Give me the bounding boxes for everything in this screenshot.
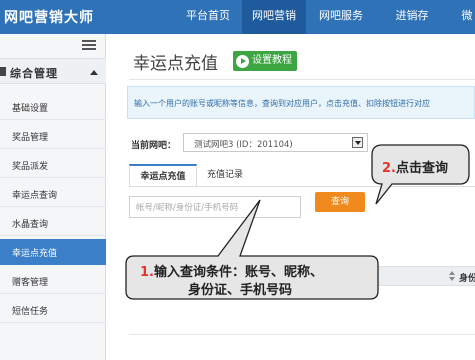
- sidebar-item-basic-settings[interactable]: 基础设置: [0, 94, 106, 120]
- caret-up-icon: [90, 70, 98, 75]
- nav-inventory[interactable]: 进销存: [380, 0, 444, 34]
- sidebar-group-title: 综合管理: [10, 67, 58, 80]
- callout-step1-line2: 身份证、手机号码: [188, 283, 293, 298]
- nav-service[interactable]: 网吧服务: [309, 0, 373, 34]
- sidebar-item-label: 奖品派发: [12, 162, 49, 172]
- sidebar-item-prize-distribution[interactable]: 奖品派发: [0, 152, 106, 178]
- info-notice-text: 输入一个用户的账号或昵称等信息，查询到对应用户，点击充值、扣除按钮进行对应: [134, 99, 430, 108]
- tutorial-button-label: 设置教程: [252, 55, 292, 66]
- tab-recharge-records[interactable]: 充值记录: [199, 164, 251, 187]
- main-content: 幸运点充值 设置教程 输入一个用户的账号或昵称等信息，查询到对应用户，点击充值、…: [107, 34, 475, 360]
- grid-icon: [0, 67, 6, 76]
- tutorial-button[interactable]: 设置教程: [233, 51, 297, 71]
- menu-toggle-icon[interactable]: [82, 40, 96, 52]
- top-navbar: 网吧营销大师 平台首页 网吧营销 网吧服务 进销存 微: [0, 0, 475, 34]
- netcafe-select-value: 测试网吧3 (ID：201104): [194, 140, 293, 150]
- divider: [129, 79, 475, 80]
- callout-step2-text: 点击查询: [395, 161, 448, 176]
- sidebar-item-sms-tasks[interactable]: 短信任务: [0, 297, 106, 323]
- table-divider: [129, 334, 475, 335]
- sort-icon[interactable]: [449, 271, 455, 281]
- info-notice: 输入一个用户的账号或昵称等信息，查询到对应用户，点击充值、扣除按钮进行对应: [127, 86, 475, 119]
- sidebar-group-general[interactable]: 综合管理: [0, 58, 106, 84]
- netcafe-select[interactable]: 测试网吧3 (ID：201104): [183, 133, 368, 152]
- tabs-divider: [129, 186, 475, 187]
- sidebar-item-label: 水晶查询: [12, 220, 49, 230]
- callout-step1-number: 1.: [140, 265, 154, 280]
- nav-marketing[interactable]: 网吧营销: [242, 0, 306, 34]
- sidebar-item-label: 赠客管理: [12, 278, 49, 288]
- netcafe-label: 当前网吧：: [131, 141, 177, 151]
- nav-wechat[interactable]: 微: [452, 0, 475, 34]
- callout-step2: 2.点击查询: [382, 157, 448, 176]
- tab-recharge[interactable]: 幸运点充值: [129, 164, 197, 187]
- sidebar-item-label: 短信任务: [12, 307, 49, 317]
- play-icon: [236, 54, 249, 68]
- callout-step1-text: 输入查询条件：账号、昵称、: [153, 265, 323, 280]
- nav-home[interactable]: 平台首页: [176, 0, 240, 34]
- sidebar-item-label: 幸运点查询: [12, 191, 58, 201]
- search-field[interactable]: [129, 196, 301, 218]
- sidebar-item-crystal-query[interactable]: 水晶查询: [0, 210, 106, 236]
- sidebar-item-guest-management[interactable]: 赠客管理: [0, 268, 106, 294]
- sidebar-item-label: 幸运点充值: [12, 249, 58, 259]
- callout-step2-number: 2.: [382, 161, 396, 176]
- sidebar-item-label: 奖品管理: [12, 133, 49, 143]
- sidebar: 综合管理 基础设置 奖品管理 奖品派发 幸运点查询 水晶查询 幸运点充值 赠客管…: [0, 34, 106, 360]
- dropdown-arrow-icon[interactable]: [352, 137, 363, 148]
- app-brand: 网吧营销大师: [4, 10, 94, 26]
- callout-step1-line1: 1.输入查询条件：账号、昵称、: [140, 261, 323, 280]
- page-title: 幸运点充值: [133, 54, 218, 74]
- sidebar-item-label: 基础设置: [12, 104, 49, 114]
- search-input[interactable]: [136, 201, 296, 214]
- column-header-id-card[interactable]: 身份证: [459, 271, 475, 284]
- sidebar-item-lucky-points-recharge[interactable]: 幸运点充值: [0, 239, 106, 265]
- sidebar-item-lucky-points-query[interactable]: 幸运点查询: [0, 181, 106, 207]
- query-button[interactable]: 查询: [315, 192, 365, 212]
- sidebar-item-prize-management[interactable]: 奖品管理: [0, 123, 106, 149]
